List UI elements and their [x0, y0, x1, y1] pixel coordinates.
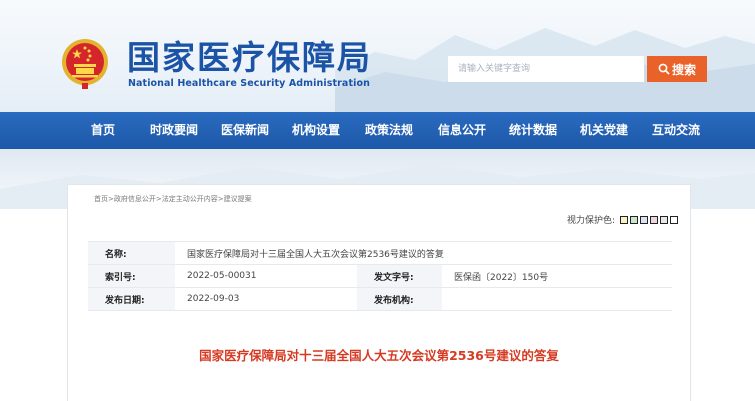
index-label: 索引号:: [88, 264, 175, 288]
eye-protect-bar: 视力保护色:: [567, 213, 678, 226]
eye-color-swatch[interactable]: [660, 215, 668, 224]
nav-item-interaction[interactable]: 互动交流: [652, 112, 700, 149]
search-button[interactable]: 搜索: [647, 56, 707, 82]
table-row: 名称: 国家医疗保障局对十三届全国人大五次会议第2536号建议的答复: [88, 241, 672, 265]
nav-item-policies[interactable]: 政策法规: [365, 112, 413, 149]
nav-item-home[interactable]: 首页: [91, 112, 115, 149]
eye-color-swatch[interactable]: [630, 215, 638, 224]
document-title: 国家医疗保障局对十三届全国人大五次会议第2536号建议的答复: [199, 348, 559, 363]
search-button-label: 搜索: [671, 62, 696, 77]
eye-color-swatch[interactable]: [620, 215, 628, 224]
name-value: 国家医疗保障局对十三届全国人大五次会议第2536号建议的答复: [175, 241, 672, 265]
nav-item-organization[interactable]: 机构设置: [292, 112, 340, 149]
name-label: 名称:: [88, 241, 175, 265]
search-input[interactable]: [448, 56, 644, 82]
eye-protect-label: 视力保护色:: [566, 216, 615, 226]
eye-color-swatch[interactable]: [650, 215, 658, 224]
date-label: 发布日期:: [88, 287, 175, 311]
nav-item-medical-news[interactable]: 医保新闻: [221, 112, 269, 149]
eye-color-swatch[interactable]: [670, 215, 678, 224]
date-value: 2022-09-03: [175, 287, 357, 311]
table-row: 索引号: 2022-05-00031 发文字号: 医保函〔2022〕150号: [88, 264, 672, 288]
table-row: 发布日期: 2022-09-03 发布机构:: [88, 287, 672, 311]
eye-color-swatch[interactable]: [640, 215, 648, 224]
nav-item-party-building[interactable]: 机关党建: [580, 112, 628, 149]
site-header: 国家医疗保障局 National Healthcare Security Adm…: [0, 0, 755, 112]
breadcrumb: 首页>政府信息公开>法定主动公开内容>建议提案: [94, 194, 252, 204]
nav-item-info-disclosure[interactable]: 信息公开: [438, 112, 486, 149]
breadcrumb-proposals[interactable]: 建议提案: [224, 195, 252, 203]
breadcrumb-home[interactable]: 首页: [94, 195, 108, 203]
docno-value: 医保函〔2022〕150号: [442, 264, 672, 288]
nav-item-current-affairs[interactable]: 时政要闻: [150, 112, 198, 149]
site-title-cn: 国家医疗保障局: [127, 38, 372, 77]
org-label: 发布机构:: [357, 287, 442, 311]
national-emblem-icon: [62, 39, 108, 89]
org-value: [442, 287, 672, 311]
docno-label: 发文字号:: [357, 264, 442, 288]
content-panel: 首页>政府信息公开>法定主动公开内容>建议提案 视力保护色: 名称: 国家医疗保…: [67, 184, 691, 401]
site-title-en: National Healthcare Security Administrat…: [128, 78, 370, 89]
main-nav: 首页 时政要闻 医保新闻 机构设置 政策法规 信息公开 统计数据 机关党建 互动…: [0, 112, 755, 149]
document-meta-table: 名称: 国家医疗保障局对十三届全国人大五次会议第2536号建议的答复 索引号: …: [88, 241, 672, 311]
index-value: 2022-05-00031: [175, 264, 357, 288]
breadcrumb-gov-info[interactable]: 政府信息公开: [114, 195, 156, 203]
breadcrumb-statutory[interactable]: 法定主动公开内容: [162, 195, 218, 203]
nav-item-statistics[interactable]: 统计数据: [509, 112, 557, 149]
search-icon: [658, 63, 670, 75]
